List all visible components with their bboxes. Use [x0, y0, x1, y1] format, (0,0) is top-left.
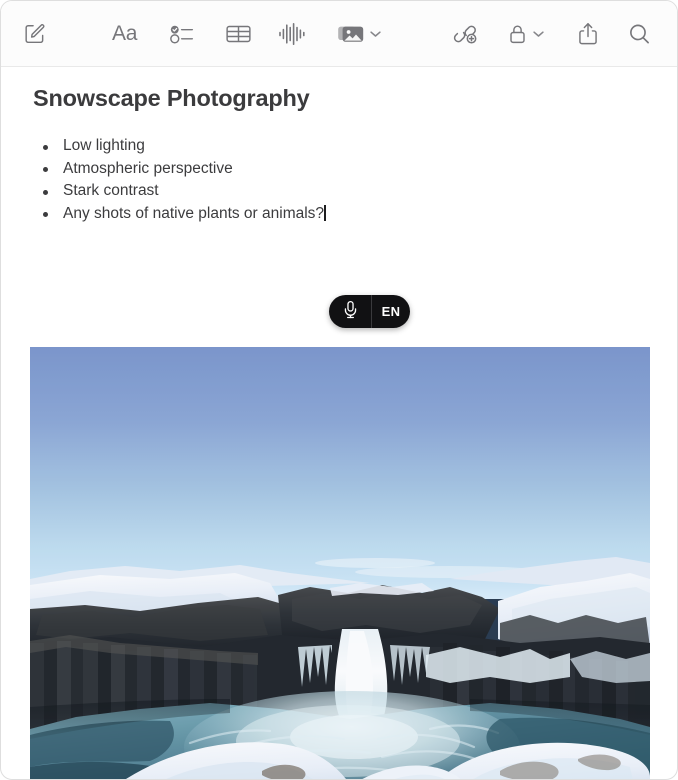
checklist-button[interactable]	[169, 22, 194, 46]
dictation-mic-button[interactable]	[329, 295, 371, 328]
list-item-text: Atmospheric perspective	[63, 159, 233, 177]
format-aa-label: Aa	[112, 21, 138, 45]
list-item[interactable]: Atmospheric perspective	[37, 158, 326, 181]
bullet-list[interactable]: Low lighting Atmospheric perspective Sta…	[37, 135, 326, 225]
notes-window: Aa Snowscape Photography Low lighting At…	[0, 0, 678, 780]
lock-icon	[507, 22, 528, 46]
lock-button[interactable]	[507, 22, 544, 46]
microphone-icon	[343, 300, 358, 324]
share-icon	[577, 21, 599, 46]
list-item[interactable]: Any shots of native plants or animals?	[37, 203, 326, 226]
list-item-text: Low lighting	[63, 137, 145, 154]
note-attachment-photo[interactable]	[30, 347, 650, 779]
media-icon	[337, 22, 365, 46]
chevron-down-icon	[370, 30, 381, 38]
search-button[interactable]	[628, 22, 651, 45]
search-icon	[628, 22, 651, 45]
checklist-icon	[169, 22, 194, 46]
dictation-popup[interactable]: EN	[329, 295, 410, 328]
compose-icon	[23, 22, 46, 45]
list-item-text: Stark contrast	[63, 182, 159, 200]
bullet-dot-icon	[43, 144, 48, 150]
toolbar: Aa	[1, 1, 677, 67]
audio-button[interactable]	[278, 21, 306, 47]
list-item[interactable]: Low lighting	[37, 135, 326, 158]
bullet-dot-icon	[43, 167, 48, 173]
format-button[interactable]: Aa	[112, 22, 137, 46]
media-button[interactable]	[337, 22, 381, 46]
dictation-language-button[interactable]: EN	[372, 295, 410, 328]
share-button[interactable]	[577, 21, 599, 46]
text-cursor	[324, 204, 326, 221]
bullet-dot-icon	[43, 189, 48, 195]
compose-button[interactable]	[23, 22, 46, 45]
table-icon	[225, 22, 252, 46]
table-button[interactable]	[225, 22, 252, 46]
list-item[interactable]: Stark contrast	[37, 180, 326, 203]
note-title: Snowscape Photography	[33, 85, 310, 111]
bullet-dot-icon	[43, 212, 48, 218]
list-item-text: Any shots of native plants or animals?	[63, 204, 325, 222]
chevron-down-icon	[533, 30, 544, 38]
add-link-button[interactable]	[451, 22, 479, 46]
audio-waveform-icon	[278, 21, 306, 47]
photo-illustration	[30, 347, 650, 779]
add-link-icon	[451, 22, 479, 46]
